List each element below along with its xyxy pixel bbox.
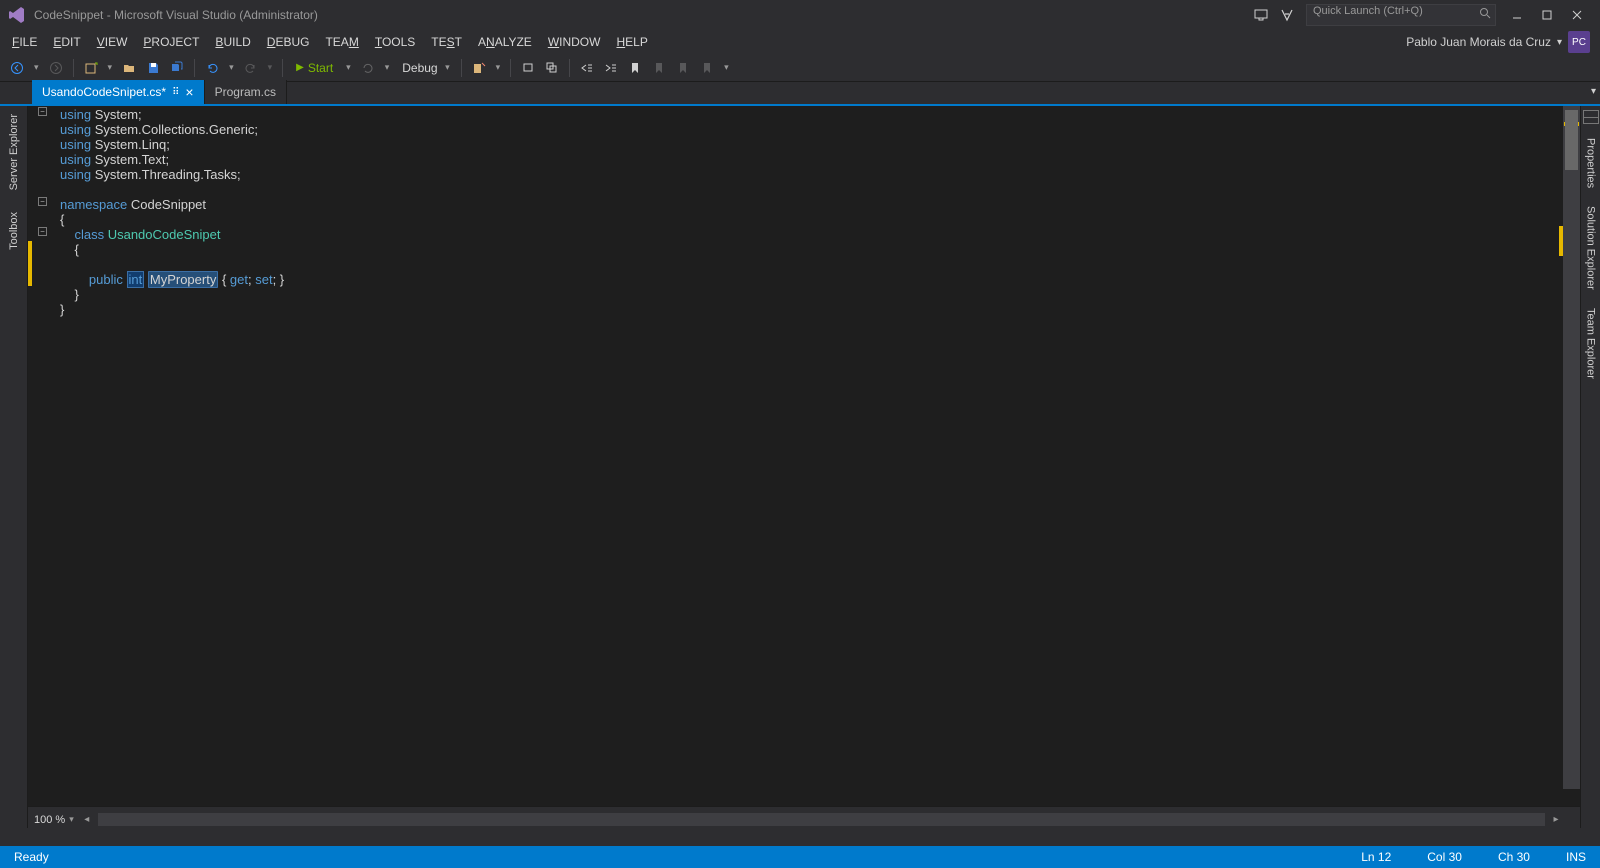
find-in-files-button[interactable] <box>468 57 490 79</box>
uncomment-button[interactable] <box>541 57 563 79</box>
editor-gutter <box>28 106 54 806</box>
redo-drop[interactable]: ▾ <box>264 57 277 79</box>
solution-explorer-tab[interactable]: Solution Explorer <box>1584 202 1598 294</box>
editor-footer: 100 %▾ ◂ ▸ <box>28 811 1563 828</box>
new-project-button[interactable] <box>80 57 102 79</box>
increase-indent-button[interactable] <box>600 57 622 79</box>
user-account[interactable]: Pablo Juan Morais da Cruz ▾ PC <box>1406 31 1596 53</box>
toolbar-overflow[interactable]: ▾ <box>720 57 733 79</box>
horizontal-scrollbar[interactable] <box>98 813 1545 826</box>
start-button[interactable]: Start <box>289 57 340 79</box>
document-tabs: UsandoCodeSnipet.cs* ⠿ × Program.cs ▾ <box>0 82 1600 106</box>
menu-edit[interactable]: EDIT <box>45 32 88 52</box>
browser-refresh-drop[interactable]: ▾ <box>381 57 394 79</box>
change-indicator <box>28 241 32 286</box>
right-tool-wells: Properties Solution Explorer Team Explor… <box>1580 106 1600 828</box>
user-name: Pablo Juan Morais da Cruz <box>1406 35 1551 49</box>
menu-analyze[interactable]: ANALYZE <box>470 32 540 52</box>
nav-back-button[interactable] <box>6 57 28 79</box>
menu-team[interactable]: TEAM <box>317 32 366 52</box>
menu-test[interactable]: TEST <box>423 32 470 52</box>
vertical-scrollbar[interactable] <box>1563 106 1580 789</box>
title-bar: CodeSnippet - Microsoft Visual Studio (A… <box>0 0 1600 30</box>
new-project-drop[interactable]: ▾ <box>104 57 117 79</box>
undo-drop[interactable]: ▾ <box>225 57 238 79</box>
open-file-button[interactable] <box>118 57 140 79</box>
vs-logo-icon <box>8 6 26 24</box>
comment-button[interactable] <box>517 57 539 79</box>
pin-icon[interactable]: ⠿ <box>172 87 179 98</box>
nav-forward-button[interactable] <box>45 57 67 79</box>
workspace: Server Explorer Toolbox − − − using Syst… <box>0 106 1600 828</box>
next-bookmark-button[interactable] <box>672 57 694 79</box>
save-button[interactable] <box>142 57 164 79</box>
menu-debug[interactable]: DEBUG <box>259 32 318 52</box>
menu-help[interactable]: HELP <box>608 32 655 52</box>
minimize-button[interactable] <box>1502 2 1532 28</box>
standard-toolbar: ▾ ▾ ▾ ▾ Start ▾ ▾ Debug ▾ ▾ <box>0 54 1600 82</box>
close-button[interactable] <box>1562 2 1592 28</box>
code-editor[interactable]: − − − using System; using System.Collect… <box>28 106 1580 806</box>
status-ready: Ready <box>8 850 1331 864</box>
tab-label: UsandoCodeSnipet.cs* <box>42 85 166 99</box>
solution-config-dropdown[interactable]: Debug <box>395 57 454 79</box>
menu-bar: FILE EDIT VIEW PROJECT BUILD DEBUG TEAM … <box>0 30 1600 54</box>
team-explorer-tab[interactable]: Team Explorer <box>1584 304 1598 383</box>
search-icon[interactable] <box>1479 7 1491 19</box>
quick-launch-placeholder: Quick Launch (Ctrl+Q) <box>1313 5 1423 17</box>
decrease-indent-button[interactable] <box>576 57 598 79</box>
find-drop[interactable]: ▾ <box>492 57 505 79</box>
scrollbar-thumb[interactable] <box>1565 110 1578 170</box>
browser-refresh-button[interactable] <box>357 57 379 79</box>
clear-bookmarks-button[interactable] <box>696 57 718 79</box>
status-line[interactable]: Ln 12 <box>1355 850 1397 864</box>
menu-window[interactable]: WINDOW <box>540 32 609 52</box>
outline-toggle[interactable]: − <box>38 227 47 236</box>
window-title: CodeSnippet - Microsoft Visual Studio (A… <box>34 8 318 22</box>
undo-button[interactable] <box>201 57 223 79</box>
menu-file[interactable]: FILE <box>4 32 45 52</box>
status-ch[interactable]: Ch 30 <box>1492 850 1536 864</box>
chevron-down-icon: ▾ <box>1557 37 1562 48</box>
tab-label: Program.cs <box>215 85 276 99</box>
properties-tab[interactable]: Properties <box>1584 134 1598 192</box>
bookmark-button[interactable] <box>624 57 646 79</box>
outline-toggle[interactable]: − <box>38 197 47 206</box>
maximize-button[interactable] <box>1532 2 1562 28</box>
left-tool-wells: Server Explorer Toolbox <box>0 106 28 828</box>
save-all-button[interactable] <box>166 57 188 79</box>
notifications-icon[interactable] <box>1248 2 1274 28</box>
quick-launch-input[interactable]: Quick Launch (Ctrl+Q) <box>1306 4 1496 26</box>
zoom-dropdown[interactable]: 100 %▾ <box>28 814 80 826</box>
server-explorer-tab[interactable]: Server Explorer <box>6 110 22 194</box>
split-editor-icon[interactable] <box>1583 110 1599 124</box>
redo-button[interactable] <box>240 57 262 79</box>
nav-back-drop[interactable]: ▾ <box>30 57 43 79</box>
menu-tools[interactable]: TOOLS <box>367 32 423 52</box>
outline-toggle[interactable]: − <box>38 107 47 116</box>
tabs-overflow-icon[interactable]: ▾ <box>1591 86 1596 97</box>
start-drop[interactable]: ▾ <box>342 57 355 79</box>
feedback-icon[interactable] <box>1274 2 1300 28</box>
tab-active[interactable]: UsandoCodeSnipet.cs* ⠿ × <box>32 80 205 104</box>
scroll-left-icon[interactable]: ◂ <box>80 814 94 825</box>
menu-project[interactable]: PROJECT <box>135 32 207 52</box>
tab-program[interactable]: Program.cs <box>205 80 287 104</box>
prev-bookmark-button[interactable] <box>648 57 670 79</box>
menu-build[interactable]: BUILD <box>207 32 258 52</box>
toolbox-tab[interactable]: Toolbox <box>6 208 22 254</box>
scroll-right-icon[interactable]: ▸ <box>1549 814 1563 825</box>
menu-view[interactable]: VIEW <box>89 32 136 52</box>
status-ins[interactable]: INS <box>1560 850 1592 864</box>
user-avatar[interactable]: PC <box>1568 31 1590 53</box>
status-bar: Ready Ln 12 Col 30 Ch 30 INS <box>0 846 1600 868</box>
close-tab-icon[interactable]: × <box>185 84 193 100</box>
status-col[interactable]: Col 30 <box>1421 850 1468 864</box>
